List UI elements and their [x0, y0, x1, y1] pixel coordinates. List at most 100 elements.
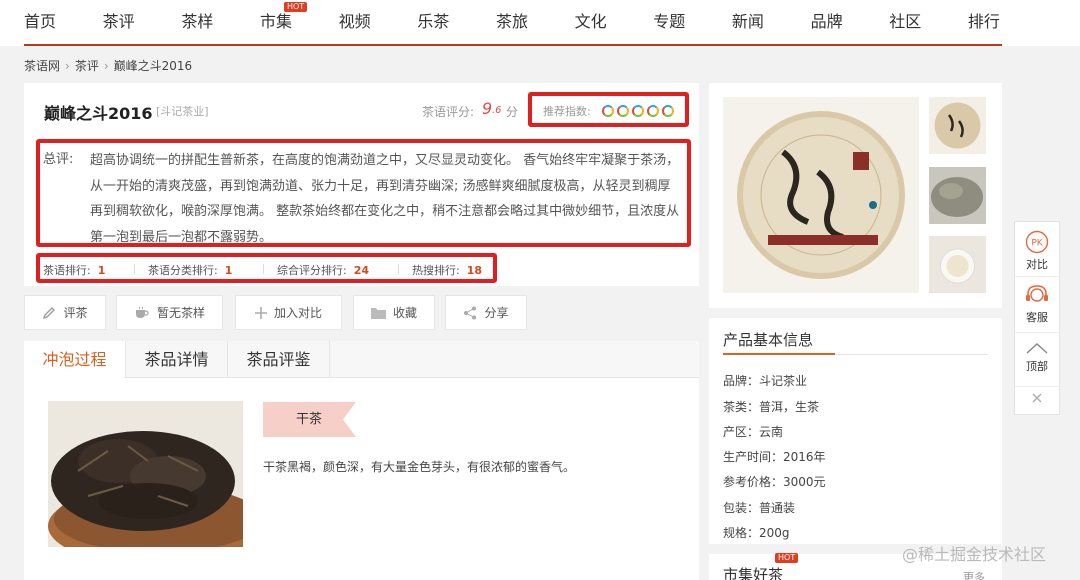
- product-title: 巅峰之斗2016: [44, 104, 153, 123]
- main-product-image: [723, 97, 919, 293]
- divider: [134, 264, 135, 274]
- nav-item-news[interactable]: 新闻: [732, 0, 764, 44]
- breadcrumb-category[interactable]: 茶评: [75, 59, 99, 73]
- back-to-top-button[interactable]: 顶部: [1015, 340, 1059, 374]
- breadcrumb-home[interactable]: 茶语网: [24, 59, 60, 73]
- review-tea-button[interactable]: 评茶: [24, 295, 106, 330]
- thumbnail-1[interactable]: [929, 97, 986, 154]
- nav-item-community[interactable]: 社区: [889, 0, 921, 44]
- nav-item-video[interactable]: 视频: [339, 0, 371, 44]
- nav-item-letea[interactable]: 乐茶: [417, 0, 449, 44]
- rank-value: 1: [224, 264, 233, 277]
- share-icon: [464, 306, 477, 319]
- brand-tag[interactable]: [斗记茶业]: [156, 103, 209, 119]
- rating-circle-icon: [617, 105, 629, 117]
- close-icon: [1032, 393, 1042, 403]
- nav-item-home[interactable]: 首页: [24, 0, 56, 44]
- no-sample-button[interactable]: 暂无茶样: [116, 295, 223, 330]
- pencil-icon: [43, 306, 56, 319]
- share-label: 分享: [484, 306, 509, 320]
- product-gallery: [709, 83, 1002, 308]
- rank-item: 综合评分排行: 24: [277, 262, 369, 278]
- rating-circle-icon: [662, 105, 674, 117]
- nav-item-brands[interactable]: 品牌: [811, 0, 843, 44]
- nav-item-tea-travel[interactable]: 茶旅: [496, 0, 528, 44]
- pk-icon: PK: [1025, 230, 1049, 254]
- score-label: 茶语评分:: [422, 105, 475, 119]
- nav-list: 首页 茶评 茶样 市集 HOT 视频 乐茶 茶旅 文化 专题 新闻 品牌 社区 …: [24, 0, 1000, 44]
- step-description: 干茶黑褐，颜色深，有大量金色芽头，有很浓郁的蜜香气。: [263, 460, 576, 474]
- divider: [263, 264, 264, 274]
- favorite-button[interactable]: 收藏: [353, 295, 435, 330]
- score-decimal: .6: [492, 105, 502, 116]
- favorite-label: 收藏: [392, 306, 417, 320]
- rating-circle-icon: [602, 105, 614, 117]
- folder-icon: [370, 307, 386, 319]
- add-compare-button[interactable]: 加入对比: [235, 295, 342, 330]
- customer-service-button[interactable]: 客服: [1015, 283, 1059, 325]
- rating-circle-icon: [632, 105, 644, 117]
- rank-item: 茶语排行: 1: [43, 262, 105, 278]
- info-packaging: 包装：普通装: [723, 501, 796, 515]
- review-tea-label: 评茶: [63, 306, 88, 320]
- info-spec: 规格：200g: [723, 526, 790, 540]
- watermark: @稀土掘金技术社区: [902, 545, 1047, 564]
- divider: [1015, 332, 1059, 333]
- more-link[interactable]: 更多: [963, 569, 985, 580]
- close-sidebar-button[interactable]: [1015, 392, 1059, 404]
- nav-item-topics[interactable]: 专题: [653, 0, 685, 44]
- info-brand: 品牌：斗记茶业: [723, 374, 808, 388]
- customer-service-label: 客服: [1026, 311, 1048, 324]
- chevron-up-icon: [1026, 343, 1048, 354]
- no-sample-label: 暂无茶样: [156, 306, 205, 320]
- overall-review: 总评: 超高协调统一的拼配生普新茶，在高度的饱满劲道之中，又尽显灵动变化。 香气…: [36, 139, 691, 247]
- nav-item-ranking[interactable]: 排行: [968, 0, 1000, 44]
- thumbnail-3[interactable]: [929, 236, 986, 293]
- rank-label: 茶语排行:: [43, 264, 91, 277]
- score-unit: 分: [506, 105, 519, 119]
- title-underline: [723, 353, 835, 355]
- recommend-label: 推荐指数:: [543, 105, 591, 118]
- nav-item-market[interactable]: 市集 HOT: [259, 0, 308, 44]
- rank-value: 24: [353, 264, 370, 277]
- tab-product-details[interactable]: 茶品详情: [126, 341, 228, 378]
- rank-value: 18: [466, 264, 483, 277]
- rank-item: 热搜排行: 18: [412, 262, 482, 278]
- detail-tabs: 冲泡过程 茶品详情 茶品评鉴: [24, 341, 699, 378]
- add-compare-label: 加入对比: [273, 306, 322, 320]
- rank-item: 茶语分类排行: 1: [148, 262, 232, 278]
- tab-brewing-process[interactable]: 冲泡过程: [24, 341, 126, 378]
- thumbnail-2[interactable]: [929, 167, 986, 224]
- nav-item-tea-sample[interactable]: 茶样: [181, 0, 213, 44]
- rank-label: 综合评分排行:: [277, 264, 347, 277]
- nav-item-tea-review[interactable]: 茶评: [103, 0, 135, 44]
- recommend-index: 推荐指数:: [528, 92, 689, 127]
- share-button[interactable]: 分享: [445, 295, 527, 330]
- info-category: 茶类：普洱，生茶: [723, 400, 820, 414]
- tab-product-review[interactable]: 茶品评鉴: [228, 341, 330, 378]
- recommend-rating: [602, 105, 674, 117]
- dry-tea-photo: [48, 401, 243, 547]
- dry-tea-image: [48, 401, 243, 547]
- nav-underline: [24, 44, 1002, 46]
- back-to-top-label: 顶部: [1026, 360, 1048, 373]
- info-region: 产区：云南: [723, 425, 784, 439]
- breadcrumb-current: 巅峰之斗2016: [113, 59, 193, 73]
- headset-icon: [1026, 285, 1048, 302]
- info-title: 产品基本信息: [723, 331, 814, 349]
- thumbnail-image: [929, 236, 986, 293]
- rank-bar: 茶语排行: 1 茶语分类排行: 1 综合评分排行: 24 热搜排行: 18: [36, 253, 497, 283]
- breadcrumb: 茶语网 › 茶评 › 巅峰之斗2016: [24, 57, 192, 74]
- info-reference-price: 参考价格：3000元: [723, 475, 826, 489]
- rank-value: 1: [97, 264, 106, 277]
- compare-button[interactable]: PK 对比: [1015, 230, 1059, 272]
- teacup-icon: [135, 306, 149, 318]
- divider: [398, 264, 399, 274]
- compare-label: 对比: [1026, 258, 1048, 271]
- nav-item-market-label: 市集: [259, 12, 292, 31]
- summary-text: 超高协调统一的拼配生普新茶，在高度的饱满劲道之中，又尽显灵动变化。 香气始终牢牢…: [90, 153, 680, 245]
- nav-item-culture[interactable]: 文化: [575, 0, 607, 44]
- rank-label: 热搜排行:: [412, 264, 460, 277]
- plus-icon: [254, 306, 267, 319]
- floating-toolbar: PK 对比 客服 顶部: [1014, 221, 1060, 415]
